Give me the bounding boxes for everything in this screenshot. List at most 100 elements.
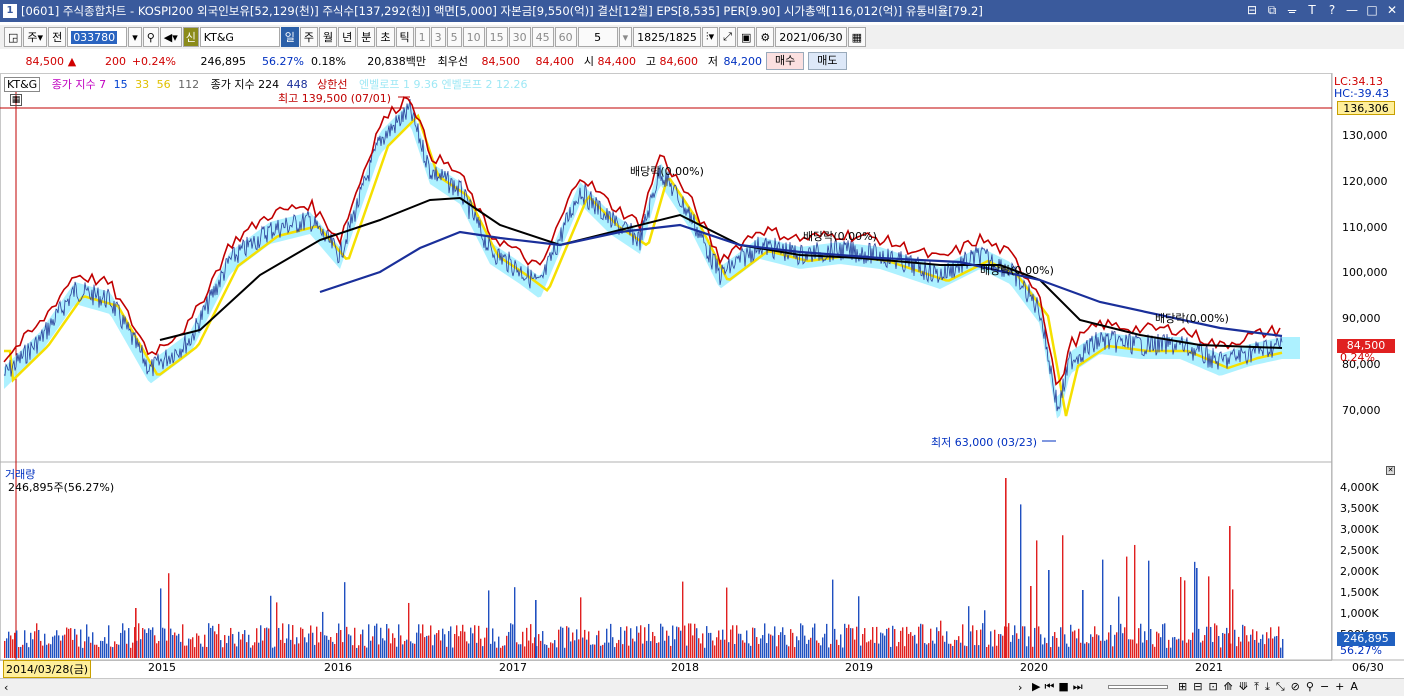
volume-bar xyxy=(418,624,420,658)
forward-icon[interactable]: ⏭ xyxy=(1073,680,1083,694)
volume-bar xyxy=(1070,624,1072,658)
volume-bar xyxy=(180,641,182,658)
volume-bar xyxy=(556,647,558,658)
tool-2-icon[interactable]: ⊟ xyxy=(1193,680,1202,694)
volume-bar xyxy=(56,630,58,658)
scroll-left-icon[interactable]: ‹ xyxy=(4,681,8,694)
volume-bar xyxy=(320,631,322,658)
y-tick-90000: 90,000 xyxy=(1342,312,1381,325)
volume-bar xyxy=(1174,636,1176,658)
volume-bar xyxy=(658,642,660,658)
volume-bar xyxy=(812,627,814,658)
volume-bar xyxy=(502,645,504,658)
volume-bar xyxy=(898,641,900,658)
volume-bar xyxy=(460,631,462,658)
volume-bar xyxy=(1072,631,1074,658)
volume-bar xyxy=(308,633,310,658)
volume-bar xyxy=(1136,643,1138,658)
tool-1-icon[interactable]: ⊞ xyxy=(1178,680,1187,694)
grid-icon[interactable]: ▦ xyxy=(10,94,22,106)
volume-bar xyxy=(358,645,360,658)
volume-bar xyxy=(384,640,386,658)
volume-bar xyxy=(800,623,802,658)
volume-bar xyxy=(520,644,522,658)
play-icon[interactable]: ▶ xyxy=(1032,680,1040,694)
volume-bar xyxy=(758,643,760,658)
volume-bar xyxy=(1210,626,1212,658)
volume-bar xyxy=(652,631,654,658)
volume-bar xyxy=(1046,643,1048,658)
volume-bar xyxy=(682,581,684,658)
rewind-icon[interactable]: ⏮ xyxy=(1044,680,1054,694)
volume-bar xyxy=(236,646,238,658)
volume-bar xyxy=(412,643,414,658)
y-tick-100000: 100,000 xyxy=(1342,266,1388,279)
volume-bar xyxy=(386,624,388,658)
tool-4-icon[interactable]: ⟰ xyxy=(1224,680,1233,694)
volume-bar xyxy=(792,632,794,658)
volume-bar xyxy=(1128,639,1130,658)
volume-bar xyxy=(230,627,232,658)
volume-bar xyxy=(1192,632,1194,658)
volume-bar xyxy=(640,625,642,658)
stop-icon[interactable]: ■ xyxy=(1058,680,1068,694)
volume-bar xyxy=(722,629,724,658)
chart-scrollbar[interactable]: ‹ › ▶ ⏮ ■ ⏭ ⊞ ⊟ ⊡ ⟰ ⟱ ⤒ ⤓ ⤡ ⊘ ⚲ − + A xyxy=(0,678,1404,696)
volume-bar xyxy=(1238,636,1240,658)
volume-bar xyxy=(630,628,632,658)
ma-yellow-line xyxy=(4,113,1283,417)
volume-bar xyxy=(306,642,308,658)
volume-bar xyxy=(948,643,950,658)
volume-bar xyxy=(710,632,712,658)
volume-bar xyxy=(74,628,76,658)
volume-bar xyxy=(1116,632,1118,658)
volume-bar xyxy=(1054,632,1056,658)
volume-bar xyxy=(84,641,86,658)
tool-7-icon[interactable]: ⤓ xyxy=(1265,680,1270,694)
tool-5-icon[interactable]: ⟱ xyxy=(1239,680,1248,694)
scroll-right-icon[interactable]: › xyxy=(1018,681,1022,694)
speed-slider[interactable] xyxy=(1108,685,1168,689)
volume-bar xyxy=(482,646,484,658)
volume-bar xyxy=(1000,634,1002,658)
volume-bar xyxy=(514,587,516,658)
tool-9-icon[interactable]: ⊘ xyxy=(1291,680,1300,694)
volume-bar xyxy=(440,640,442,658)
volume-bar xyxy=(178,633,180,658)
volume-bar xyxy=(268,628,270,658)
high-annotation: 최고 139,500 (07/01) xyxy=(278,92,392,105)
volume-bar xyxy=(1156,631,1158,658)
volume-bar xyxy=(756,637,758,658)
volume-bar xyxy=(346,626,348,658)
legend-stock[interactable]: KT&G xyxy=(4,77,41,92)
volume-bar xyxy=(148,628,150,658)
volume-bar xyxy=(296,637,298,658)
zoom-in-icon[interactable]: + xyxy=(1335,680,1344,694)
volume-bar xyxy=(862,634,864,658)
tool-3-icon[interactable]: ⊡ xyxy=(1208,680,1217,694)
volume-bar xyxy=(6,638,8,658)
volume-bar xyxy=(1264,644,1266,658)
zoom-icon[interactable]: ⚲ xyxy=(1306,680,1314,694)
volume-bar xyxy=(782,627,784,658)
volume-bar xyxy=(746,630,748,658)
volume-bar xyxy=(324,635,326,658)
volume-bar xyxy=(1042,644,1044,658)
volume-bar xyxy=(1102,559,1104,658)
panel-close-icon[interactable]: ✕ xyxy=(1386,466,1395,475)
zoom-out-icon[interactable]: − xyxy=(1320,680,1329,694)
volume-bar xyxy=(34,631,36,658)
volume-bar xyxy=(406,639,408,658)
volume-bar xyxy=(108,625,110,658)
tool-8-icon[interactable]: ⤡ xyxy=(1276,680,1285,694)
text-size-icon[interactable]: A xyxy=(1350,680,1358,694)
volume-bar xyxy=(872,627,874,658)
volume-bar xyxy=(628,645,630,658)
tool-6-icon[interactable]: ⤒ xyxy=(1254,680,1259,694)
volume-bar xyxy=(602,644,604,658)
volume-bar xyxy=(702,633,704,658)
volume-bar xyxy=(1126,556,1128,658)
envelope-band xyxy=(4,103,1300,419)
volume-bar xyxy=(1254,639,1256,658)
volume-bar xyxy=(822,637,824,658)
